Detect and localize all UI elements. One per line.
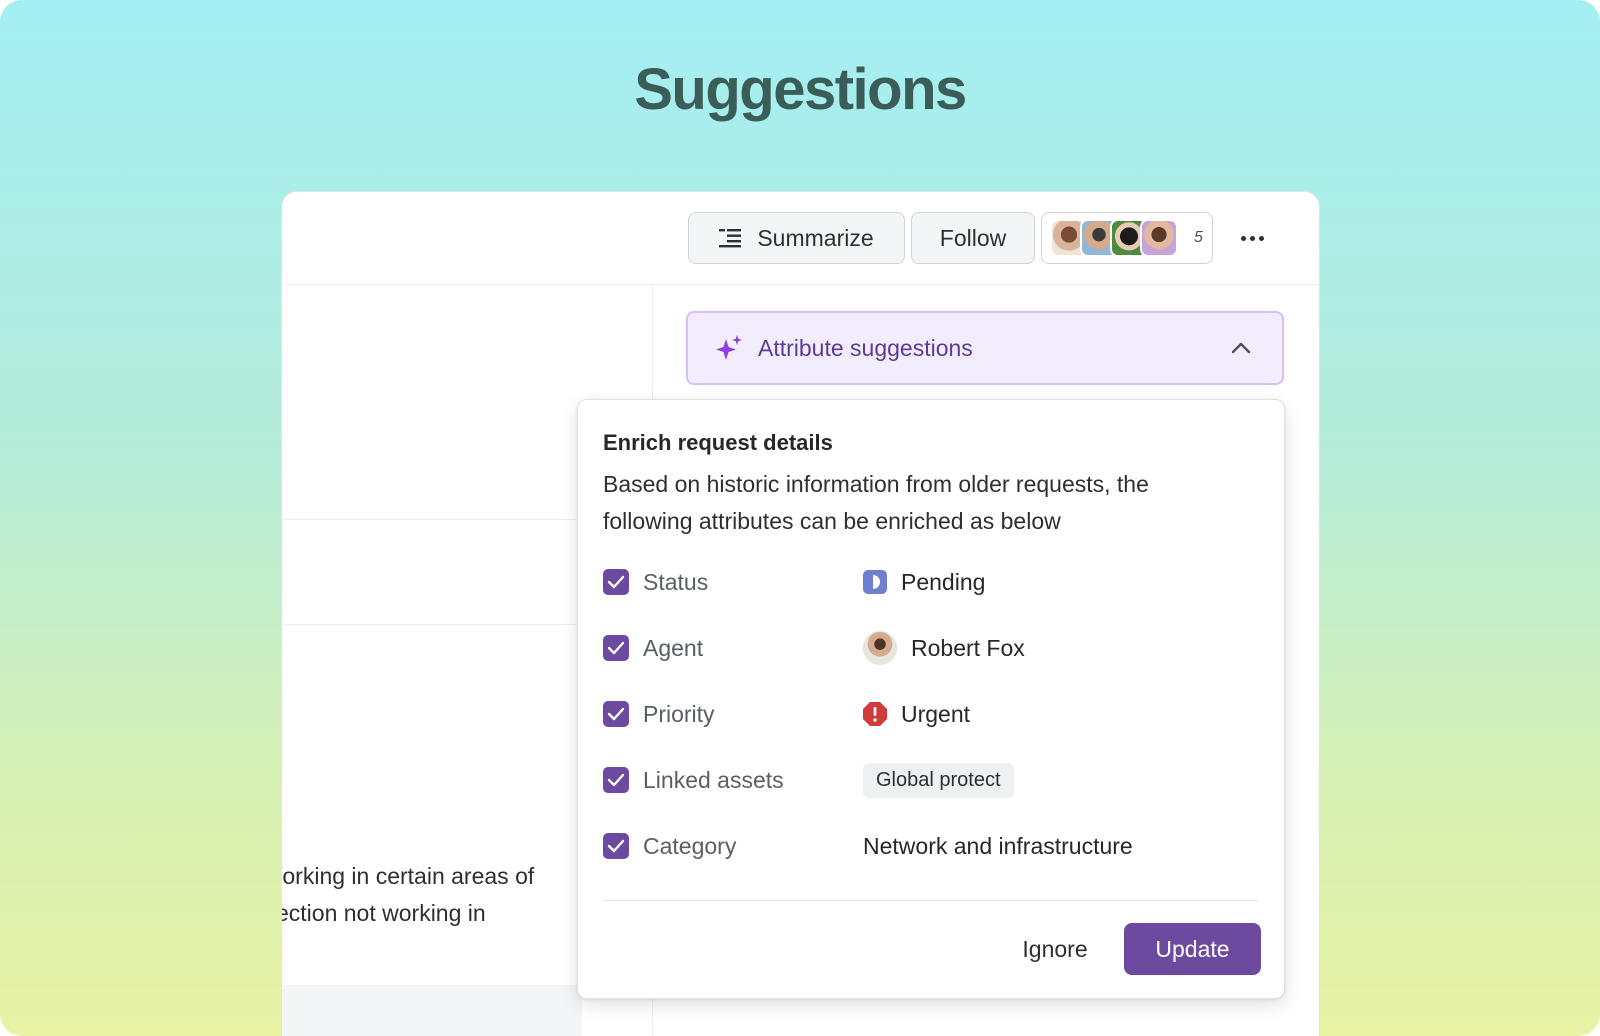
- status-value: Pending: [901, 568, 986, 595]
- attribute-name: Category: [643, 832, 737, 859]
- check-icon: [607, 575, 625, 589]
- enrich-popover: Enrich request details Based on historic…: [577, 399, 1285, 999]
- category-value: Network and infrastructure: [863, 832, 1133, 859]
- summarize-button[interactable]: Summarize: [688, 212, 905, 264]
- participants-count: 5: [1194, 229, 1203, 246]
- update-button[interactable]: Update: [1124, 923, 1261, 975]
- check-icon: [607, 773, 625, 787]
- toolbar: Summarize Follow 5: [282, 192, 1319, 285]
- left-panel-footer: [282, 985, 582, 1036]
- popover-divider: [603, 900, 1259, 901]
- background-canvas: Suggestions Summarize Follow 5 /orking i…: [0, 0, 1600, 1036]
- summarize-icon: [719, 229, 742, 248]
- linked-assets-checkbox[interactable]: [603, 767, 629, 793]
- attribute-name: Status: [643, 568, 709, 595]
- check-icon: [607, 839, 625, 853]
- attribute-suggestions-header[interactable]: Attribute suggestions: [686, 311, 1284, 385]
- popover-description: Based on historic information from older…: [603, 471, 1149, 534]
- avatar: [863, 631, 897, 665]
- attribute-suggestions-label: Attribute suggestions: [758, 334, 973, 361]
- more-icon[interactable]: [1237, 228, 1267, 248]
- chevron-up-icon[interactable]: [1230, 341, 1252, 355]
- attribute-row-agent: Agent Robert Fox: [603, 628, 1243, 668]
- attribute-row-priority: Priority Urgent: [603, 694, 1243, 734]
- attribute-value: Network and infrastructure: [863, 833, 1133, 860]
- status-checkbox[interactable]: [603, 569, 629, 595]
- asset-chip: Global protect: [863, 762, 1014, 798]
- participants-button[interactable]: 5: [1041, 212, 1213, 264]
- check-icon: [607, 707, 625, 721]
- attribute-row-linked-assets: Linked assets Global protect: [603, 760, 1243, 800]
- attribute-value: Pending: [863, 569, 985, 596]
- attribute-value: Robert Fox: [863, 631, 1025, 665]
- avatar: [1140, 219, 1178, 257]
- ignore-button[interactable]: Ignore: [1010, 923, 1100, 975]
- priority-value: Urgent: [901, 700, 971, 727]
- agent-checkbox[interactable]: [603, 635, 629, 661]
- attribute-row-category: Category Network and infrastructure: [603, 826, 1243, 866]
- pending-icon: [863, 570, 887, 594]
- page-title: Suggestions: [634, 57, 967, 122]
- attribute-row-status: Status Pending: [603, 562, 1243, 602]
- attribute-value: Global protect: [863, 762, 1014, 798]
- urgent-icon: [863, 702, 887, 726]
- priority-checkbox[interactable]: [603, 701, 629, 727]
- attribute-name: Linked assets: [643, 766, 784, 793]
- summarize-label: Summarize: [757, 224, 874, 251]
- avatar-stack: [1050, 219, 1178, 257]
- sparkle-icon: [716, 335, 742, 360]
- attribute-name: Agent: [643, 634, 704, 661]
- attribute-value: Urgent: [863, 701, 970, 728]
- check-icon: [607, 641, 625, 655]
- category-checkbox[interactable]: [603, 833, 629, 859]
- follow-button[interactable]: Follow: [911, 212, 1035, 264]
- popover-title: Enrich request details: [603, 430, 833, 455]
- attribute-name: Priority: [643, 700, 715, 727]
- agent-value: Robert Fox: [911, 634, 1025, 661]
